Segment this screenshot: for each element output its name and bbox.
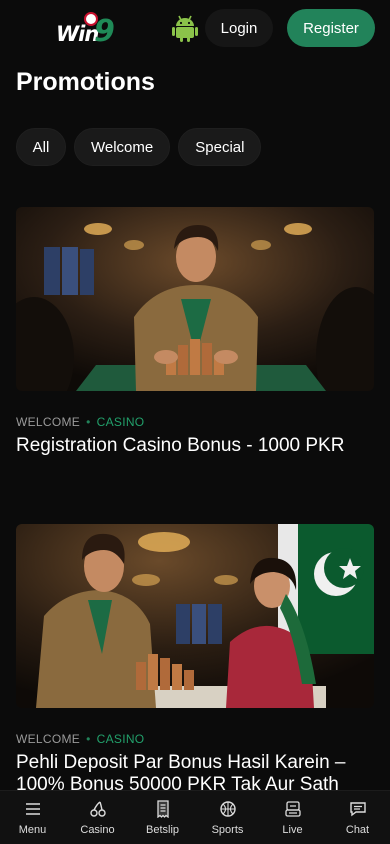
nav-label: Betslip [145,823,180,836]
separator-dot: • [86,415,91,429]
promo-image[interactable] [16,207,374,391]
bottom-nav: Menu Casino Betslip Sports Live Chat [0,790,390,844]
filter-all[interactable]: All [16,128,66,166]
logo-number: 9 [94,14,115,49]
nav-label: Sports [211,823,244,836]
header: Win 9 Login Register [0,0,390,58]
promo-card[interactable]: WELCOME • CASINO Registration Casino Bon… [16,207,374,457]
separator-dot: • [86,732,91,746]
promo-categories: WELCOME • CASINO [16,415,374,429]
promo-filter-tabs: All Welcome Special [16,128,262,166]
filter-special[interactable]: Special [178,128,262,166]
category-tag: WELCOME [16,415,81,429]
nav-betslip[interactable]: Betslip [133,799,193,836]
promo-card[interactable]: WELCOME • CASINO Pehli Deposit Par Bonus… [16,524,374,796]
promo-title[interactable]: Registration Casino Bonus - 1000 PKR [16,435,374,457]
nav-menu[interactable]: Menu [3,800,63,836]
register-button[interactable]: Register [287,9,375,47]
nav-casino[interactable]: Casino [68,800,128,836]
nav-sports[interactable]: Sports [198,800,258,836]
nav-live[interactable]: Live [263,800,323,836]
chat-icon [349,801,366,816]
live-tv-icon [284,800,301,817]
promo-categories: WELCOME • CASINO [16,732,374,746]
basketball-icon [219,800,236,817]
logo-text: Win [56,22,99,46]
category-tag: CASINO [96,415,145,429]
category-tag: WELCOME [16,732,81,746]
filter-welcome[interactable]: Welcome [74,128,171,166]
menu-icon [25,802,40,815]
category-tag: CASINO [96,732,145,746]
nav-label: Casino [80,823,115,836]
android-icon[interactable] [171,13,199,43]
promo-image[interactable] [16,524,374,708]
win9-logo[interactable]: Win 9 [56,8,118,50]
page-title: Promotions [16,68,155,96]
login-button[interactable]: Login [205,9,273,47]
nav-chat[interactable]: Chat [328,800,388,836]
receipt-icon [156,799,169,818]
nav-label: Live [282,823,303,836]
cherries-icon [89,800,106,817]
nav-label: Menu [18,823,47,836]
nav-label: Chat [345,823,370,836]
